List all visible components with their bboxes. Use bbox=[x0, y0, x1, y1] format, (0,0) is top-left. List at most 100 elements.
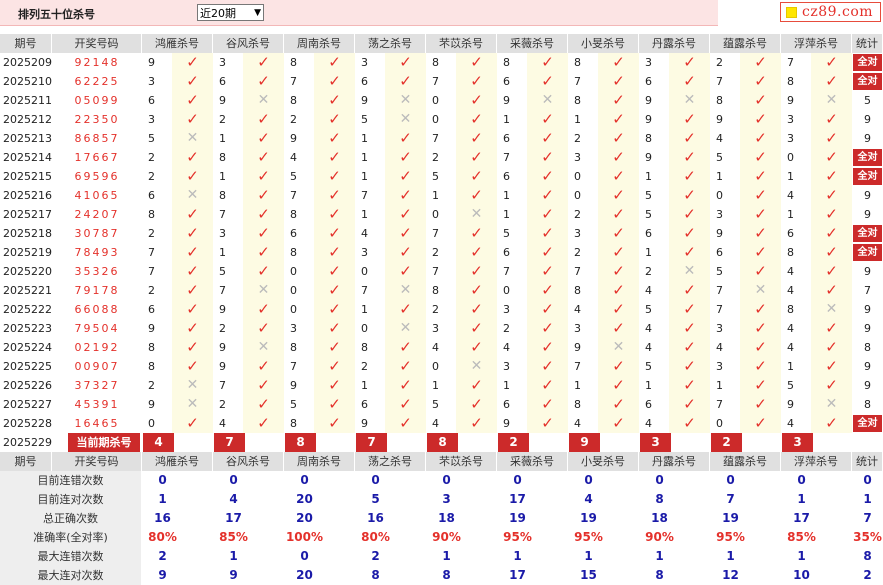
result-mark: ✓ bbox=[172, 281, 213, 300]
kill-number: 3 bbox=[716, 360, 723, 373]
kill-number: 3 bbox=[432, 322, 439, 335]
check-icon: ✓ bbox=[470, 167, 483, 185]
result-mark: ✓ bbox=[172, 53, 213, 72]
kill-number: 9 bbox=[148, 398, 155, 411]
check-icon: ✓ bbox=[683, 376, 696, 394]
result-mark: ✓ bbox=[385, 414, 426, 433]
kill-number: 1 bbox=[361, 170, 368, 183]
result-mark: ✓ bbox=[740, 205, 781, 224]
stats-value: 12 bbox=[722, 568, 739, 582]
kill-number: 9 bbox=[148, 322, 155, 335]
result-mark: ✓ bbox=[527, 167, 568, 186]
result-mark: ✓ bbox=[314, 110, 355, 129]
check-icon: ✓ bbox=[541, 110, 554, 128]
kill-number: 4 bbox=[290, 151, 297, 164]
stats-value: 0 bbox=[442, 473, 451, 487]
kill-number: 1 bbox=[361, 379, 368, 392]
check-icon: ✓ bbox=[541, 53, 554, 71]
result-mark: ✓ bbox=[172, 224, 213, 243]
result-mark: ✓ bbox=[669, 110, 710, 129]
kill-number: 2 bbox=[645, 265, 652, 278]
result-mark: ✓ bbox=[811, 205, 852, 224]
draw-number: 00907 bbox=[74, 360, 120, 373]
result-mark: ✕ bbox=[172, 186, 213, 205]
check-icon: ✓ bbox=[825, 281, 838, 299]
header-expert: 小旻杀号 bbox=[568, 34, 639, 53]
kill-number: 8 bbox=[361, 341, 368, 354]
stats-value: 0 bbox=[371, 473, 380, 487]
result-mark: ✓ bbox=[314, 338, 355, 357]
kill-number: 8 bbox=[787, 75, 794, 88]
check-icon: ✓ bbox=[825, 72, 838, 90]
logo-square-icon bbox=[786, 7, 797, 18]
stat-cell: 9 bbox=[864, 189, 871, 202]
period-select[interactable]: 近20期 ▼ bbox=[197, 4, 264, 21]
check-icon: ✓ bbox=[541, 148, 554, 166]
check-icon: ✓ bbox=[470, 414, 483, 432]
kill-number: 7 bbox=[716, 284, 723, 297]
kill-number: 2 bbox=[219, 113, 226, 126]
kill-number: 7 bbox=[148, 246, 155, 259]
kill-number: 9 bbox=[361, 94, 368, 107]
kill-number: 6 bbox=[148, 94, 155, 107]
header-expert: 采薇杀号 bbox=[497, 452, 568, 471]
table-row: 2025225 00907 8 ✓ 9 ✓ 7 ✓ 2 ✓ 0 ✕ 3 ✓ 7 ✓ 5 ✓ 3 ✓ 1 ✓ 9 bbox=[0, 357, 883, 376]
kill-number: 5 bbox=[645, 189, 652, 202]
result-mark: ✓ bbox=[527, 110, 568, 129]
check-icon: ✓ bbox=[328, 53, 341, 71]
result-mark: ✓ bbox=[598, 129, 639, 148]
stats-value: 19 bbox=[580, 511, 597, 525]
result-mark: ✓ bbox=[598, 357, 639, 376]
check-icon: ✓ bbox=[541, 338, 554, 356]
check-icon: ✓ bbox=[399, 395, 412, 413]
chevron-down-icon: ▼ bbox=[254, 7, 261, 18]
kill-number: 8 bbox=[148, 341, 155, 354]
stats-value: 100% bbox=[285, 530, 324, 544]
check-icon: ✓ bbox=[541, 205, 554, 223]
result-mark: ✓ bbox=[527, 338, 568, 357]
result-mark: ✓ bbox=[314, 91, 355, 110]
kill-number: 4 bbox=[503, 341, 510, 354]
result-mark: ✓ bbox=[172, 91, 213, 110]
kill-number: 0 bbox=[503, 284, 510, 297]
result-mark: ✓ bbox=[456, 319, 497, 338]
kill-number: 2 bbox=[432, 151, 439, 164]
kill-number: 5 bbox=[787, 379, 794, 392]
logo[interactable]: cz89.com bbox=[780, 2, 881, 22]
stats-value: 1 bbox=[797, 549, 806, 563]
check-icon: ✓ bbox=[612, 357, 625, 375]
kill-number: 8 bbox=[574, 398, 581, 411]
check-icon: ✓ bbox=[612, 167, 625, 185]
result-mark: ✓ bbox=[669, 186, 710, 205]
check-icon: ✓ bbox=[399, 243, 412, 261]
kill-number: 9 bbox=[361, 417, 368, 430]
kill-number: 4 bbox=[787, 284, 794, 297]
stats-label: 目前连对次数 bbox=[0, 490, 142, 509]
cross-icon: ✕ bbox=[257, 339, 270, 355]
result-mark: ✓ bbox=[669, 414, 710, 433]
check-icon: ✓ bbox=[257, 357, 270, 375]
check-icon: ✓ bbox=[328, 338, 341, 356]
draw-number: 79504 bbox=[74, 322, 120, 335]
stats-value: 90% bbox=[432, 530, 461, 544]
table-row: 2025222 66088 6 ✓ 9 ✓ 0 ✓ 1 ✓ 2 ✓ 3 ✓ 4 ✓ 5 ✓ 7 ✓ 8 ✕ 9 bbox=[0, 300, 883, 319]
check-icon: ✓ bbox=[825, 319, 838, 337]
result-mark: ✓ bbox=[811, 414, 852, 433]
result-mark: ✓ bbox=[385, 53, 426, 72]
result-mark: ✓ bbox=[669, 319, 710, 338]
stats-value: 1 bbox=[726, 549, 735, 563]
header-expert: 谷风杀号 bbox=[213, 452, 284, 471]
kill-number: 9 bbox=[716, 113, 723, 126]
result-mark: ✓ bbox=[527, 376, 568, 395]
header-expert: 蕴露杀号 bbox=[710, 452, 781, 471]
kill-number: 1 bbox=[361, 208, 368, 221]
stats-value: 19 bbox=[509, 511, 526, 525]
kill-number: 0 bbox=[361, 322, 368, 335]
stats-value: 18 bbox=[651, 511, 668, 525]
check-icon: ✓ bbox=[612, 300, 625, 318]
kill-number: 0 bbox=[290, 303, 297, 316]
kill-number: 2 bbox=[432, 303, 439, 316]
kill-number: 8 bbox=[290, 94, 297, 107]
draw-number: 62225 bbox=[74, 75, 120, 88]
kill-number: 6 bbox=[148, 303, 155, 316]
